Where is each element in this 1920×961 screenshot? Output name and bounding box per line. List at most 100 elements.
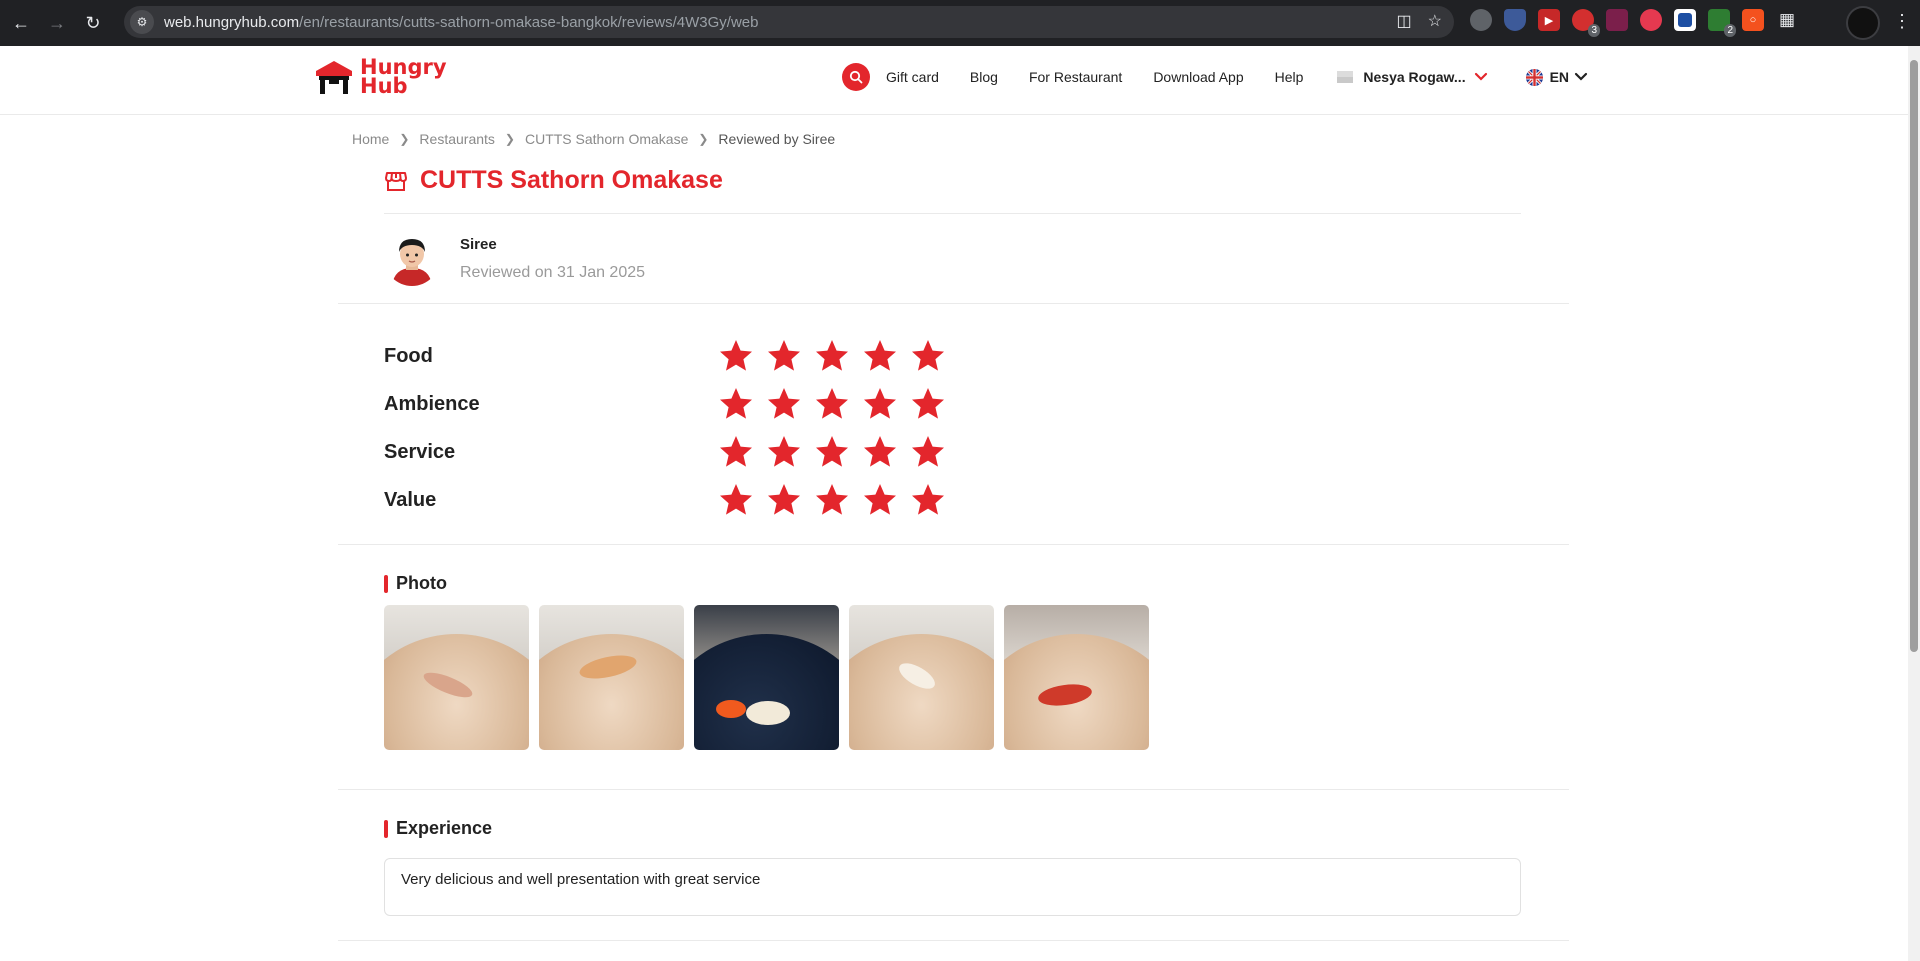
site-info-icon[interactable]: ⚙	[130, 10, 154, 34]
nav-for-restaurant[interactable]: For Restaurant	[1029, 69, 1122, 85]
search-icon[interactable]	[842, 63, 870, 91]
url-text: web.hungryhub.com/en/restaurants/cutts-s…	[164, 13, 759, 31]
star-icon	[816, 484, 848, 515]
chevron-right-icon: ❯	[698, 132, 709, 146]
breadcrumb-current: Reviewed by Siree	[718, 131, 836, 147]
restaurant-title-row: CUTTS Sathorn Omakase	[384, 166, 723, 195]
divider	[338, 544, 1569, 545]
section-accent-bar	[384, 574, 388, 593]
pink-extension-icon[interactable]	[1640, 9, 1662, 31]
logo-table-icon	[316, 61, 352, 94]
blue-extension-icon[interactable]	[1674, 9, 1696, 31]
user-flag-icon	[1337, 71, 1354, 83]
extensions-bar: ▶ 3 2 ○ ▦	[1470, 9, 1798, 37]
star-icon	[912, 340, 944, 371]
breadcrumb: Home ❯ Restaurants ❯ CUTTS Sathorn Omaka…	[352, 131, 835, 147]
nav-help[interactable]: Help	[1275, 69, 1304, 85]
red-extension-icon[interactable]: 3	[1572, 9, 1600, 37]
browser-toolbar: ← → ↻ ⚙ web.hungryhub.com/en/restaurants…	[0, 0, 1920, 46]
star-icon	[720, 436, 752, 467]
back-icon[interactable]: ←	[6, 8, 36, 38]
install-app-icon[interactable]: ◫	[1397, 11, 1412, 31]
star-icon	[720, 340, 752, 371]
rating-row-service: Service	[384, 428, 946, 476]
shield-extension-icon[interactable]	[1504, 9, 1526, 31]
divider	[384, 213, 1521, 214]
star-rating	[718, 386, 946, 422]
language-selector[interactable]: EN	[1525, 68, 1588, 86]
star-icon	[768, 484, 800, 515]
review-photo-5[interactable]	[1004, 605, 1149, 750]
star-icon	[912, 388, 944, 419]
orange-extension-icon[interactable]: ○	[1742, 9, 1764, 31]
grid-extension-icon[interactable]	[1606, 9, 1628, 31]
reviewer-name: Siree	[460, 236, 497, 253]
menu-kebab-icon[interactable]: ⋮	[1893, 11, 1911, 32]
scrollbar-thumb[interactable]	[1910, 60, 1918, 652]
site-header: Hungry Hub Gift card Blog For Restaurant…	[0, 46, 1908, 115]
star-icon	[768, 388, 800, 419]
star-rating	[718, 338, 946, 374]
rating-row-value: Value	[384, 476, 946, 524]
review-date: Reviewed on 31 Jan 2025	[460, 264, 646, 281]
reviewer-block: Siree Reviewed on 31 Jan 2025	[384, 230, 645, 286]
video-extension-icon[interactable]: ▶	[1538, 9, 1560, 31]
star-icon	[768, 340, 800, 371]
star-icon	[816, 388, 848, 419]
profile-avatar[interactable]	[1846, 6, 1880, 40]
star-icon	[864, 388, 896, 419]
star-icon	[864, 484, 896, 515]
rating-label: Ambience	[384, 392, 480, 415]
page-scrollbar[interactable]	[1908, 46, 1920, 961]
top-navigation: Gift card Blog For Restaurant Download A…	[842, 63, 1588, 91]
star-icon	[912, 436, 944, 467]
review-photo-3[interactable]	[694, 605, 839, 750]
star-icon	[816, 436, 848, 467]
breadcrumb-restaurant[interactable]: CUTTS Sathorn Omakase	[525, 131, 688, 147]
review-photo-2[interactable]	[539, 605, 684, 750]
photo-gallery	[384, 605, 1149, 750]
user-menu[interactable]: Nesya Rogaw...	[1337, 69, 1487, 85]
nav-blog[interactable]: Blog	[970, 69, 998, 85]
breadcrumb-restaurants[interactable]: Restaurants	[419, 131, 494, 147]
star-icon	[720, 484, 752, 515]
divider	[338, 303, 1569, 304]
hungryhub-logo[interactable]: Hungry Hub	[314, 57, 447, 97]
restaurant-name[interactable]: CUTTS Sathorn Omakase	[420, 166, 723, 195]
star-rating	[718, 482, 946, 518]
rating-row-ambience: Ambience	[384, 380, 946, 428]
green-extension-icon[interactable]: 2	[1708, 9, 1736, 37]
experience-section-title: Experience	[384, 818, 492, 839]
user-name: Nesya Rogaw...	[1363, 69, 1466, 85]
uk-flag-icon	[1525, 68, 1543, 86]
chevron-down-icon	[1474, 72, 1487, 81]
star-icon	[816, 340, 848, 371]
star-icon	[768, 436, 800, 467]
divider	[338, 789, 1569, 790]
section-accent-bar	[384, 819, 388, 838]
reload-icon[interactable]: ↻	[78, 8, 108, 38]
star-rating	[718, 434, 946, 470]
review-photo-4[interactable]	[849, 605, 994, 750]
rating-label: Value	[384, 488, 437, 511]
rating-label: Service	[384, 440, 456, 463]
globe-extension-icon[interactable]	[1470, 9, 1492, 31]
breadcrumb-home[interactable]: Home	[352, 131, 389, 147]
star-icon	[864, 436, 896, 467]
divider	[338, 940, 1569, 941]
nav-download-app[interactable]: Download App	[1153, 69, 1243, 85]
star-icon	[720, 388, 752, 419]
storefront-icon	[385, 171, 407, 191]
forward-icon[interactable]: →	[42, 8, 72, 38]
rating-row-food: Food	[384, 332, 946, 380]
ratings-list: Food Ambience Service Value	[384, 332, 946, 524]
puzzle-extensions-icon[interactable]: ▦	[1776, 9, 1798, 31]
review-photo-1[interactable]	[384, 605, 529, 750]
address-bar[interactable]: ⚙ web.hungryhub.com/en/restaurants/cutts…	[124, 6, 1454, 38]
chevron-right-icon: ❯	[399, 132, 410, 146]
nav-gift-card[interactable]: Gift card	[886, 69, 939, 85]
bookmark-star-icon[interactable]: ☆	[1428, 11, 1442, 31]
avatar	[384, 230, 440, 286]
experience-text: Very delicious and well presentation wit…	[384, 858, 1521, 916]
chevron-right-icon: ❯	[504, 132, 515, 146]
